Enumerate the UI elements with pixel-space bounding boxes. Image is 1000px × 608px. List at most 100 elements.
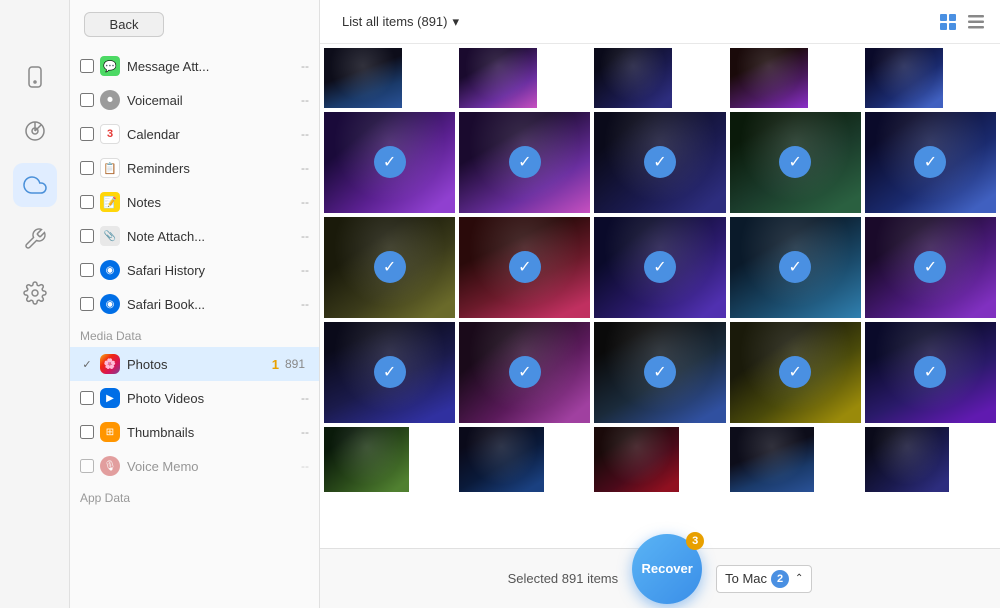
photo-check: ✓ <box>509 146 541 178</box>
photo-videos-checkbox[interactable] <box>80 391 94 405</box>
sidebar-item-reminders[interactable]: 📋 Reminders -- <box>70 151 319 185</box>
voicemail-icon: ⏺ <box>100 90 120 110</box>
phone-rail-icon[interactable] <box>13 55 57 99</box>
appdata-section-label: App Data <box>70 483 319 509</box>
list-all-arrow: ▾ <box>452 14 459 30</box>
main-panel: List all items (891) ▾ <box>320 0 1000 608</box>
photo-cell[interactable]: ✓ <box>865 217 996 318</box>
thumbnails-label: Thumbnails <box>127 425 301 440</box>
photo-check: ✓ <box>644 251 676 283</box>
voicemail-count: -- <box>301 93 309 107</box>
settings-rail-icon[interactable] <box>13 271 57 315</box>
safari-history-checkbox[interactable] <box>80 263 94 277</box>
sidebar-item-thumbnails[interactable]: ⊞ Thumbnails -- <box>70 415 319 449</box>
photo-cell[interactable] <box>459 48 537 108</box>
selected-label: Selected 891 items <box>508 571 619 586</box>
photo-cell[interactable] <box>730 48 808 108</box>
photo-cell[interactable] <box>730 427 815 492</box>
calendar-icon: 3 <box>100 124 120 144</box>
note-attach-checkbox[interactable] <box>80 229 94 243</box>
voice-memo-label: Voice Memo <box>127 459 301 474</box>
photo-check: ✓ <box>914 356 946 388</box>
photo-check: ✓ <box>374 251 406 283</box>
to-mac-button[interactable]: To Mac 2 ⌃ <box>716 565 812 593</box>
cloud-rail-icon[interactable] <box>13 163 57 207</box>
photos-check-icon: ✓ <box>80 358 94 371</box>
sidebar-item-voicemail[interactable]: ⏺ Voicemail -- <box>70 83 319 117</box>
thumbnails-count: -- <box>301 425 309 439</box>
notes-label: Notes <box>127 195 301 210</box>
photo-check: ✓ <box>509 251 541 283</box>
sidebar-item-note-attach[interactable]: 📎 Note Attach... -- <box>70 219 319 253</box>
safari-book-checkbox[interactable] <box>80 297 94 311</box>
photo-cell[interactable]: ✓ <box>865 322 996 423</box>
voice-memo-icon: 🎙 <box>100 456 120 476</box>
safari-book-icon: ◉ <box>100 294 120 314</box>
photo-cell[interactable]: ✓ <box>594 322 725 423</box>
recover-badge: 3 <box>686 532 704 550</box>
photo-cell[interactable]: ✓ <box>730 322 861 423</box>
photo-cell[interactable] <box>324 427 409 492</box>
list-all-label: List all items (891) <box>342 14 447 29</box>
sidebar-list: 💬 Message Att... -- ⏺ Voicemail -- 3 Cal… <box>70 45 319 608</box>
recover-button[interactable]: Recover 3 <box>632 534 702 604</box>
photo-cell[interactable] <box>865 427 950 492</box>
voicemail-checkbox[interactable] <box>80 93 94 107</box>
sidebar-item-safari-book[interactable]: ◉ Safari Book... -- <box>70 287 319 321</box>
list-all-button[interactable]: List all items (891) ▾ <box>334 10 467 34</box>
tools-rail-icon[interactable] <box>13 217 57 261</box>
calendar-label: Calendar <box>127 127 301 142</box>
list-view-icon[interactable] <box>966 12 986 32</box>
calendar-checkbox[interactable] <box>80 127 94 141</box>
notes-icon: 📝 <box>100 192 120 212</box>
photo-cell[interactable]: ✓ <box>865 112 996 213</box>
message-att-count: -- <box>301 59 309 73</box>
photo-cell[interactable] <box>865 48 943 108</box>
photo-cell[interactable]: ✓ <box>459 322 590 423</box>
photo-cell[interactable]: ✓ <box>594 217 725 318</box>
grid-view-icon[interactable] <box>938 12 958 32</box>
sidebar-item-photos[interactable]: ✓ 🌸 Photos 1 891 <box>70 347 319 381</box>
photos-label: Photos <box>127 357 272 372</box>
photo-cell[interactable]: ✓ <box>594 112 725 213</box>
photo-cell[interactable]: ✓ <box>459 217 590 318</box>
photo-cell[interactable] <box>324 48 402 108</box>
reminders-checkbox[interactable] <box>80 161 94 175</box>
photo-cell[interactable] <box>459 427 544 492</box>
photo-cell[interactable]: ✓ <box>730 112 861 213</box>
photo-check: ✓ <box>374 146 406 178</box>
photo-cell[interactable]: ✓ <box>730 217 861 318</box>
note-attach-count: -- <box>301 229 309 243</box>
photo-cell[interactable]: ✓ <box>324 217 455 318</box>
sidebar: Back 💬 Message Att... -- ⏺ Voicemail -- … <box>70 0 320 608</box>
photo-cell[interactable]: ✓ <box>324 322 455 423</box>
sidebar-item-safari-history[interactable]: ◉ Safari History -- <box>70 253 319 287</box>
photo-cell[interactable]: ✓ <box>459 112 590 213</box>
safari-book-label: Safari Book... <box>127 297 301 312</box>
photo-check: ✓ <box>644 146 676 178</box>
photos-badge: 1 <box>272 357 279 372</box>
sidebar-item-voice-memo[interactable]: 🎙 Voice Memo -- <box>70 449 319 483</box>
thumbnails-checkbox[interactable] <box>80 425 94 439</box>
sidebar-item-notes[interactable]: 📝 Notes -- <box>70 185 319 219</box>
photo-cell[interactable] <box>594 427 679 492</box>
photo-cell[interactable]: ✓ <box>324 112 455 213</box>
message-att-checkbox[interactable] <box>80 59 94 73</box>
safari-book-count: -- <box>301 297 309 311</box>
reminders-count: -- <box>301 161 309 175</box>
thumbnails-icon: ⊞ <box>100 422 120 442</box>
sidebar-item-calendar[interactable]: 3 Calendar -- <box>70 117 319 151</box>
note-attach-icon: 📎 <box>100 226 120 246</box>
photo-check: ✓ <box>779 146 811 178</box>
back-button[interactable]: Back <box>84 12 164 37</box>
photo-cell[interactable] <box>594 48 672 108</box>
sidebar-item-message-att[interactable]: 💬 Message Att... -- <box>70 49 319 83</box>
photo-videos-label: Photo Videos <box>127 391 301 406</box>
voice-memo-checkbox[interactable] <box>80 459 94 473</box>
message-att-icon: 💬 <box>100 56 120 76</box>
sidebar-item-photo-videos[interactable]: ▶ Photo Videos -- <box>70 381 319 415</box>
photos-icon: 🌸 <box>100 354 120 374</box>
music-rail-icon[interactable] <box>13 109 57 153</box>
calendar-count: -- <box>301 127 309 141</box>
notes-checkbox[interactable] <box>80 195 94 209</box>
